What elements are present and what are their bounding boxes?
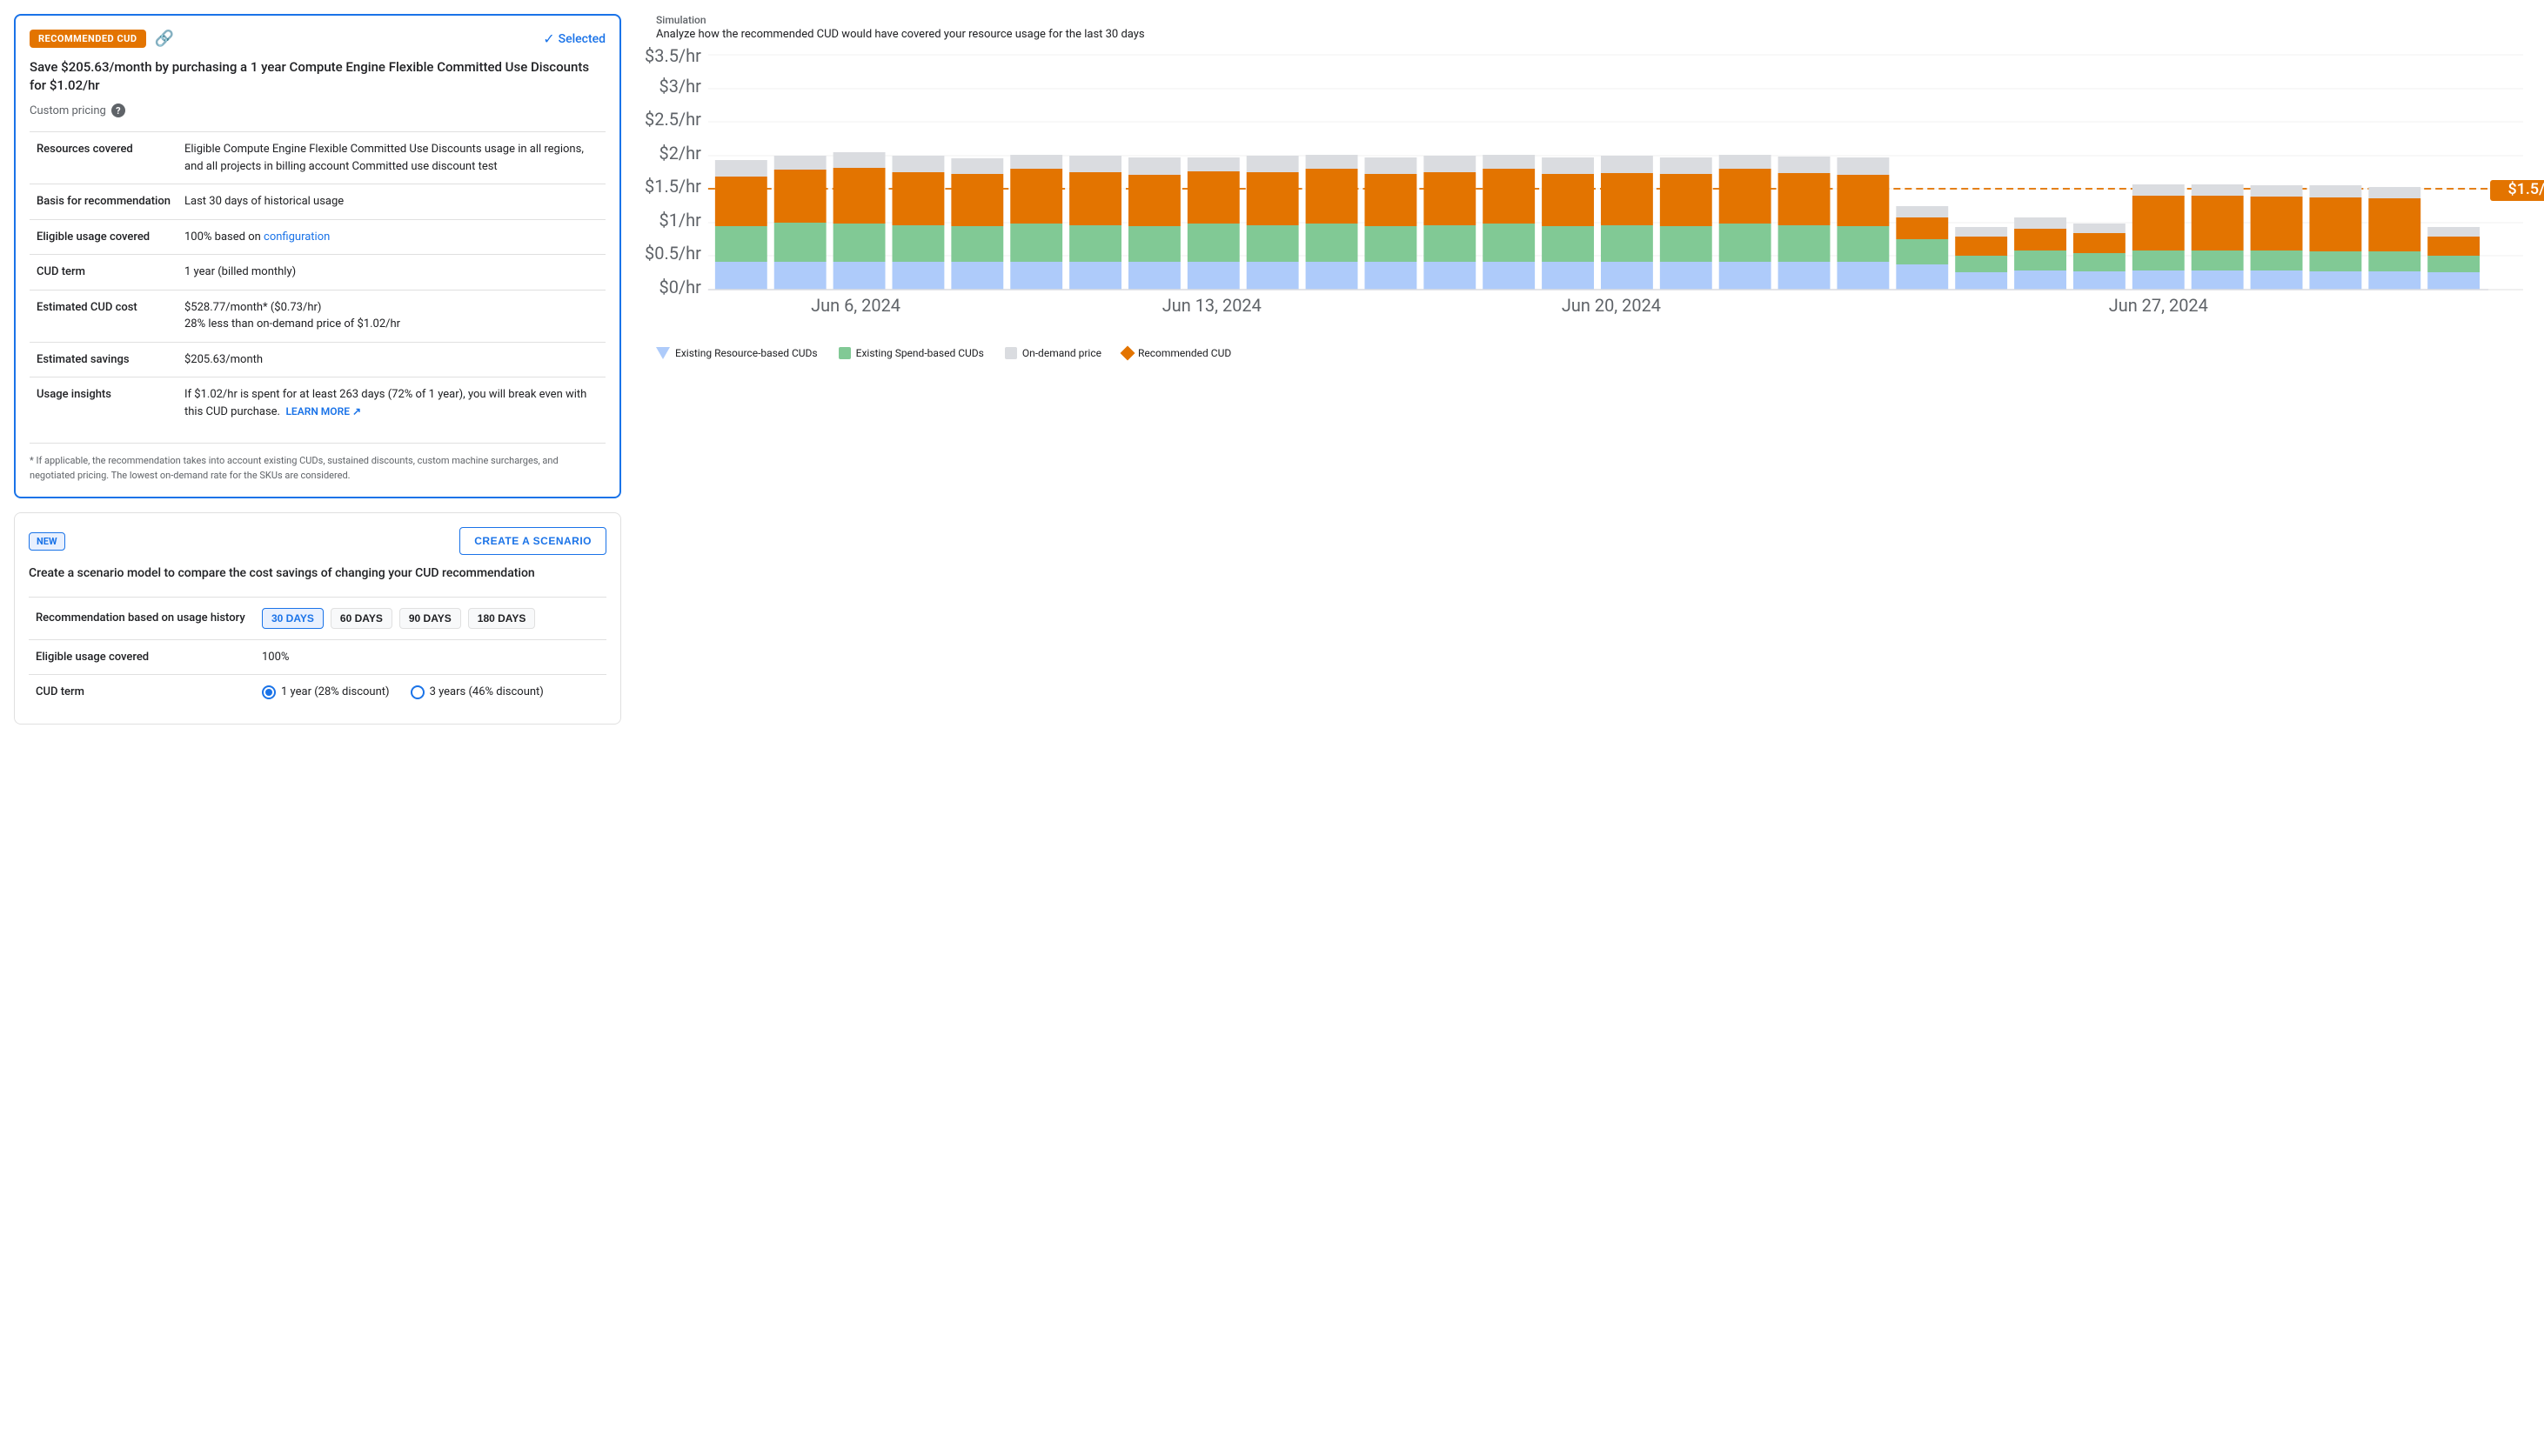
- 90-days-tab[interactable]: 90 DAYS: [399, 608, 461, 629]
- chart-legend: Existing Resource-based CUDs Existing Sp…: [656, 347, 2523, 359]
- legend-square-green-icon: [839, 347, 851, 359]
- legend-recommended-cud-label: Recommended CUD: [1138, 347, 1231, 359]
- days-tabs: 30 DAYS 60 DAYS 90 DAYS 180 DAYS: [262, 608, 599, 629]
- row-value: 30 DAYS 60 DAYS 90 DAYS 180 DAYS: [255, 597, 606, 639]
- recommended-cud-badge: RECOMMENDED CUD: [30, 30, 146, 48]
- svg-text:$2.5/hr: $2.5/hr: [645, 109, 701, 130]
- table-row: Recommendation based on usage history 30…: [29, 597, 606, 639]
- custom-pricing-row: Custom pricing ?: [30, 104, 606, 117]
- row-value: 1 year (28% discount) 3 years (46% disco…: [255, 674, 606, 710]
- scenario-header: NEW CREATE A SCENARIO: [29, 527, 606, 555]
- row-label: CUD term: [30, 255, 177, 291]
- row-value: 100%: [255, 639, 606, 674]
- row-value: Last 30 days of historical usage: [177, 184, 606, 220]
- svg-text:$0.5/hr: $0.5/hr: [645, 243, 701, 264]
- svg-text:$1/hr: $1/hr: [659, 210, 701, 230]
- legend-on-demand: On-demand price: [1005, 347, 1101, 359]
- row-label: Eligible usage covered: [29, 639, 255, 674]
- create-scenario-button[interactable]: CREATE A SCENARIO: [459, 527, 606, 555]
- new-badge: NEW: [29, 532, 65, 551]
- 1-year-label: 1 year (28% discount): [281, 685, 390, 698]
- scenario-title: Create a scenario model to compare the c…: [29, 565, 606, 583]
- table-row: Eligible usage covered 100% based on con…: [30, 219, 606, 255]
- 1-year-radio-option[interactable]: 1 year (28% discount): [262, 685, 390, 699]
- row-value: If $1.02/hr is spent for at least 263 da…: [177, 377, 606, 430]
- row-label: Eligible usage covered: [30, 219, 177, 255]
- legend-resource-cud-label: Existing Resource-based CUDs: [675, 347, 818, 359]
- svg-text:$3.5/hr: $3.5/hr: [645, 45, 701, 66]
- 3-year-radio-option[interactable]: 3 years (46% discount): [411, 685, 544, 699]
- footnote: * If applicable, the recommendation take…: [30, 443, 606, 483]
- table-row: CUD term 1 year (billed monthly): [30, 255, 606, 291]
- link-icon[interactable]: 🔗: [155, 30, 174, 48]
- row-value: $528.77/month* ($0.73/hr) 28% less than …: [177, 290, 606, 342]
- row-label: Estimated savings: [30, 342, 177, 377]
- scenario-table: Recommendation based on usage history 30…: [29, 597, 606, 710]
- chart-wrapper: $0/hr $0.5/hr $1/hr $1.5/hr $2/hr $2.5/h…: [656, 55, 2523, 359]
- svg-text:$1.5/hr: $1.5/hr: [2508, 180, 2544, 198]
- table-row: Estimated savings $205.63/month: [30, 342, 606, 377]
- row-label: Estimated CUD cost: [30, 290, 177, 342]
- 3-year-radio[interactable]: [411, 685, 425, 699]
- 60-days-tab[interactable]: 60 DAYS: [331, 608, 392, 629]
- svg-text:Jun 13, 2024: Jun 13, 2024: [1162, 295, 1262, 316]
- selected-badge: ✓ Selected: [543, 30, 606, 47]
- legend-spend-cud-label: Existing Spend-based CUDs: [856, 347, 984, 359]
- legend-resource-cud: Existing Resource-based CUDs: [656, 347, 818, 359]
- 1-year-radio[interactable]: [262, 685, 276, 699]
- row-value: 1 year (billed monthly): [177, 255, 606, 291]
- custom-pricing-label: Custom pricing: [30, 104, 106, 117]
- table-row: Eligible usage covered 100%: [29, 639, 606, 674]
- 3-year-label: 3 years (46% discount): [430, 685, 544, 698]
- svg-text:$0/hr: $0/hr: [659, 277, 701, 297]
- row-label: Basis for recommendation: [30, 184, 177, 220]
- left-panel: RECOMMENDED CUD 🔗 ✓ Selected Save $205.6…: [0, 0, 635, 1456]
- table-row: CUD term 1 year (28% discount) 3 years (…: [29, 674, 606, 710]
- table-row: Usage insights If $1.02/hr is spent for …: [30, 377, 606, 430]
- row-value: 100% based on configuration: [177, 219, 606, 255]
- svg-text:Jun 27, 2024: Jun 27, 2024: [2109, 295, 2208, 316]
- table-row: Resources covered Eligible Compute Engin…: [30, 132, 606, 184]
- learn-more-link[interactable]: LEARN MORE ↗: [285, 404, 361, 419]
- svg-text:Jun 20, 2024: Jun 20, 2024: [1562, 295, 1661, 316]
- legend-diamond-icon: [1120, 346, 1135, 361]
- row-value: Eligible Compute Engine Flexible Committ…: [177, 132, 606, 184]
- rec-title: Save $205.63/month by purchasing a 1 yea…: [30, 58, 606, 95]
- row-label: Usage insights: [30, 377, 177, 430]
- scenario-card: NEW CREATE A SCENARIO Create a scenario …: [14, 512, 621, 725]
- row-label: Resources covered: [30, 132, 177, 184]
- row-label: CUD term: [29, 674, 255, 710]
- row-value: $205.63/month: [177, 342, 606, 377]
- rec-card-header: RECOMMENDED CUD 🔗 ✓ Selected: [30, 30, 606, 48]
- rec-header-left: RECOMMENDED CUD 🔗: [30, 30, 174, 48]
- simulation-chart: $0/hr $0.5/hr $1/hr $1.5/hr $2/hr $2.5/h…: [656, 55, 2523, 333]
- legend-on-demand-label: On-demand price: [1022, 347, 1101, 359]
- selected-label: Selected: [559, 32, 606, 46]
- legend-triangle-icon: [656, 347, 670, 359]
- 180-days-tab[interactable]: 180 DAYS: [468, 608, 536, 629]
- table-row: Estimated CUD cost $528.77/month* ($0.73…: [30, 290, 606, 342]
- simulation-label: Simulation: [656, 14, 2523, 26]
- recommendation-card: RECOMMENDED CUD 🔗 ✓ Selected Save $205.6…: [14, 14, 621, 498]
- help-icon[interactable]: ?: [111, 104, 125, 117]
- configuration-link[interactable]: configuration: [264, 230, 330, 244]
- svg-text:$3/hr: $3/hr: [659, 76, 701, 97]
- right-panel: Simulation Analyze how the recommended C…: [635, 0, 2544, 1456]
- svg-text:Jun 6, 2024: Jun 6, 2024: [811, 295, 900, 316]
- legend-spend-cud: Existing Spend-based CUDs: [839, 347, 984, 359]
- row-label: Recommendation based on usage history: [29, 597, 255, 639]
- checkmark-icon: ✓: [543, 30, 554, 47]
- legend-recommended-cud: Recommended CUD: [1122, 347, 1231, 359]
- legend-square-gray-icon: [1005, 347, 1017, 359]
- simulation-subtitle: Analyze how the recommended CUD would ha…: [656, 28, 2523, 41]
- svg-text:$2/hr: $2/hr: [659, 143, 701, 164]
- table-row: Basis for recommendation Last 30 days of…: [30, 184, 606, 220]
- details-table: Resources covered Eligible Compute Engin…: [30, 131, 606, 429]
- 30-days-tab[interactable]: 30 DAYS: [262, 608, 324, 629]
- svg-text:$1.5/hr: $1.5/hr: [645, 176, 701, 197]
- cud-term-radio-group: 1 year (28% discount) 3 years (46% disco…: [262, 685, 599, 699]
